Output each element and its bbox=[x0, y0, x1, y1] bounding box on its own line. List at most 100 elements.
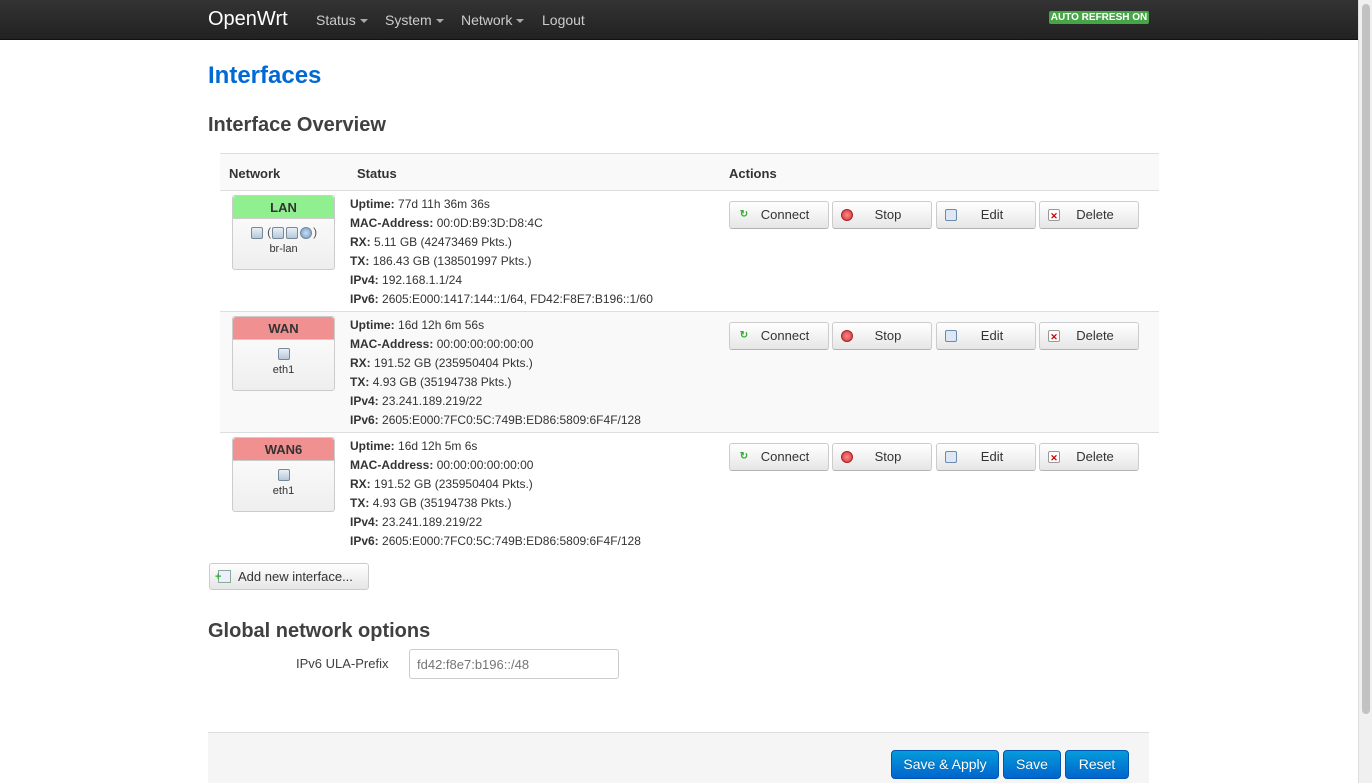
ula-prefix-input[interactable] bbox=[409, 649, 619, 679]
rx-value: 191.52 GB (235950404 Pkts.) bbox=[374, 477, 533, 491]
mac-label: MAC-Address: bbox=[350, 337, 434, 351]
network-badge-lan: LAN () br-lan bbox=[232, 195, 335, 270]
wireless-icon bbox=[300, 226, 313, 239]
save-button[interactable]: Save bbox=[1003, 750, 1061, 779]
rx-value: 5.11 GB (42473469 Pkts.) bbox=[374, 235, 512, 249]
mac-value: 00:00:00:00:00:00 bbox=[436, 337, 534, 351]
status-uptime: Uptime: 16d 12h 6m 56s bbox=[350, 316, 641, 335]
connect-button[interactable]: ↻ Connect bbox=[729, 201, 829, 229]
button-label: Delete bbox=[1076, 328, 1114, 343]
connect-button[interactable]: ↻ Connect bbox=[729, 322, 829, 350]
add-interface-button[interactable]: Add new interface... bbox=[209, 563, 369, 590]
tx-value: 186.43 GB (138501997 Pkts.) bbox=[372, 254, 532, 268]
delete-button[interactable]: ✕ Delete bbox=[1039, 443, 1139, 471]
ipv4-value: 23.241.189.219/22 bbox=[382, 394, 483, 408]
ethernet-icon bbox=[286, 226, 299, 239]
button-label: Stop bbox=[874, 207, 902, 222]
auto-refresh-toggle[interactable]: AUTO REFRESH ON bbox=[1049, 11, 1149, 24]
ethernet-icon bbox=[272, 226, 285, 239]
nav-network-menu[interactable]: Network bbox=[461, 12, 525, 28]
header-actions: Actions bbox=[729, 166, 777, 181]
status-mac: MAC-Address: 00:00:00:00:00:00 bbox=[350, 335, 641, 354]
mac-value: 00:0D:B9:3D:D8:4C bbox=[436, 216, 543, 230]
tx-label: TX: bbox=[350, 496, 370, 510]
rx-value: 191.52 GB (235950404 Pkts.) bbox=[374, 356, 533, 370]
status-rx: RX: 5.11 GB (42473469 Pkts.) bbox=[350, 233, 653, 252]
network-badge-wan: WAN eth1 bbox=[232, 316, 335, 391]
ipv4-value: 23.241.189.219/22 bbox=[382, 515, 483, 529]
tx-label: TX: bbox=[350, 254, 370, 268]
table-row: LAN () br-lan Uptime: 77d 11h 36m 36s MA… bbox=[220, 191, 1159, 312]
button-label: Stop bbox=[874, 328, 902, 343]
stop-button[interactable]: Stop bbox=[832, 322, 932, 350]
stop-button[interactable]: Stop bbox=[832, 201, 932, 229]
status-uptime: Uptime: 16d 12h 5m 6s bbox=[350, 437, 641, 456]
rx-label: RX: bbox=[350, 477, 371, 491]
page-scrollbar[interactable] bbox=[1358, 0, 1372, 783]
connect-button[interactable]: ↻ Connect bbox=[729, 443, 829, 471]
mac-label: MAC-Address: bbox=[350, 458, 434, 472]
nav-logout-link[interactable]: Logout bbox=[542, 12, 585, 28]
rx-label: RX: bbox=[350, 356, 371, 370]
brand-logo[interactable]: OpenWrt bbox=[208, 8, 288, 31]
stop-icon bbox=[841, 209, 853, 221]
stop-button[interactable]: Stop bbox=[832, 443, 932, 471]
nav-system-label: System bbox=[385, 12, 432, 28]
network-name: WAN6 bbox=[233, 438, 334, 461]
nav-system-menu[interactable]: System bbox=[385, 12, 444, 28]
refresh-icon: ↻ bbox=[739, 209, 749, 220]
status-ipv6: IPv6: 2605:E000:7FC0:5C:749B:ED86:5809:6… bbox=[350, 532, 641, 551]
reset-button[interactable]: Reset bbox=[1065, 750, 1129, 779]
button-label: Connect bbox=[760, 328, 810, 343]
status-rx: RX: 191.52 GB (235950404 Pkts.) bbox=[350, 354, 641, 373]
status-rx: RX: 191.52 GB (235950404 Pkts.) bbox=[350, 475, 641, 494]
button-label: Stop bbox=[874, 449, 902, 464]
button-label: Edit bbox=[980, 207, 1004, 222]
button-label: Delete bbox=[1076, 207, 1114, 222]
delete-button[interactable]: ✕ Delete bbox=[1039, 201, 1139, 229]
device-icons: () bbox=[233, 219, 334, 243]
ipv4-value: 192.168.1.1/24 bbox=[382, 273, 463, 287]
interface-status: Uptime: 16d 12h 5m 6s MAC-Address: 00:00… bbox=[350, 437, 641, 551]
edit-icon bbox=[945, 451, 957, 463]
delete-button[interactable]: ✕ Delete bbox=[1039, 322, 1139, 350]
scrollbar-thumb[interactable] bbox=[1362, 4, 1370, 714]
mac-value: 00:00:00:00:00:00 bbox=[436, 458, 534, 472]
add-icon bbox=[215, 565, 231, 590]
stop-icon bbox=[841, 330, 853, 342]
tx-value: 4.93 GB (35194738 Pkts.) bbox=[372, 375, 512, 389]
top-navbar: OpenWrt Status System Network Logout AUT… bbox=[0, 0, 1358, 40]
network-device: eth1 bbox=[272, 485, 295, 497]
nav-status-menu[interactable]: Status bbox=[316, 12, 368, 28]
interface-overview-title: Interface Overview bbox=[208, 114, 386, 136]
ethernet-icon bbox=[277, 347, 290, 360]
chevron-down-icon bbox=[435, 19, 444, 24]
edit-icon bbox=[945, 330, 957, 342]
button-label: Edit bbox=[980, 449, 1004, 464]
status-ipv4: IPv4: 23.241.189.219/22 bbox=[350, 392, 641, 411]
refresh-icon: ↻ bbox=[739, 330, 749, 341]
status-tx: TX: 4.93 GB (35194738 Pkts.) bbox=[350, 373, 641, 392]
status-ipv6: IPv6: 2605:E000:7FC0:5C:749B:ED86:5809:6… bbox=[350, 411, 641, 430]
button-label: Delete bbox=[1076, 449, 1114, 464]
status-mac: MAC-Address: 00:00:00:00:00:00 bbox=[350, 456, 641, 475]
edit-button[interactable]: Edit bbox=[936, 322, 1036, 350]
edit-button[interactable]: Edit bbox=[936, 201, 1036, 229]
save-apply-button[interactable]: Save & Apply bbox=[891, 750, 999, 779]
edit-icon bbox=[945, 209, 957, 221]
nav-network-label: Network bbox=[461, 12, 513, 28]
button-label: Edit bbox=[980, 328, 1004, 343]
global-options-title: Global network options bbox=[208, 620, 431, 642]
mac-label: MAC-Address: bbox=[350, 216, 434, 230]
network-device: eth1 bbox=[272, 364, 295, 376]
interfaces-table: Network Status Actions LAN () br-lan Upt… bbox=[220, 153, 1159, 554]
edit-button[interactable]: Edit bbox=[936, 443, 1036, 471]
ipv4-label: IPv4: bbox=[350, 273, 379, 287]
uptime-label: Uptime: bbox=[350, 197, 395, 211]
ipv6-value: 2605:E000:7FC0:5C:749B:ED86:5809:6F4F/12… bbox=[382, 413, 641, 427]
add-interface-label: Add new interface... bbox=[238, 569, 353, 584]
device-icons bbox=[233, 461, 334, 485]
status-tx: TX: 186.43 GB (138501997 Pkts.) bbox=[350, 252, 653, 271]
uptime-value: 16d 12h 5m 6s bbox=[398, 439, 478, 453]
ipv4-label: IPv4: bbox=[350, 394, 379, 408]
